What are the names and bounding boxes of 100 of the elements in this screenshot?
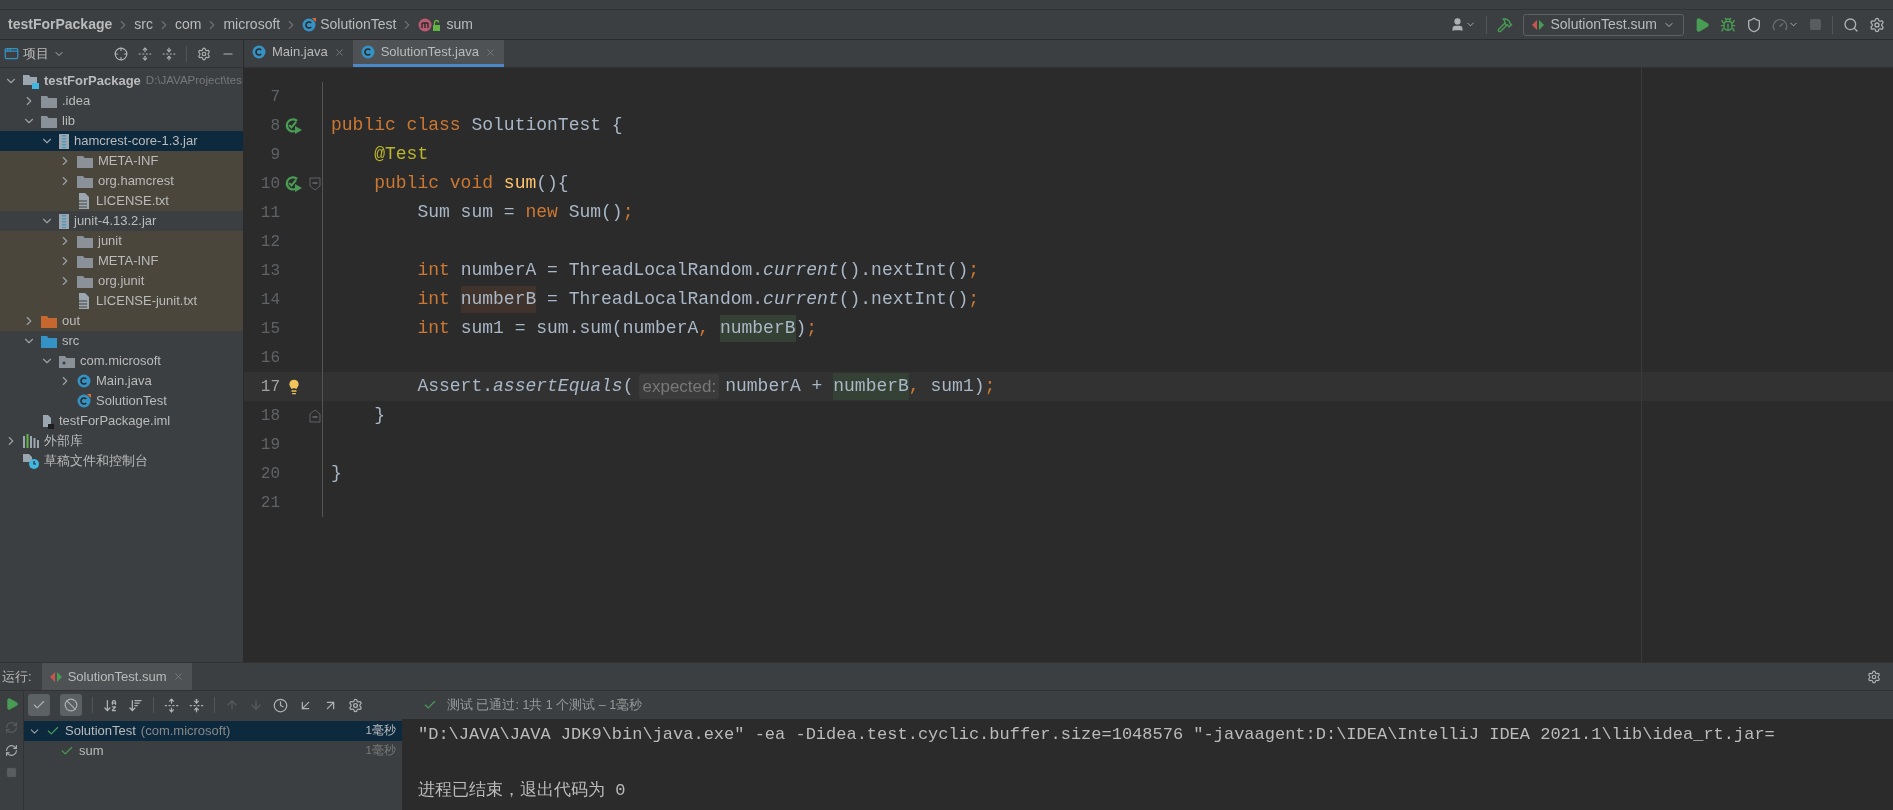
history-icon[interactable] — [273, 697, 288, 713]
tree-item[interactable]: org.junit — [0, 271, 243, 291]
tree-item[interactable]: testForPackage D:\JAVAProject\tes — [0, 71, 243, 91]
toggle-auto-test-icon[interactable] — [5, 744, 18, 757]
tree-label: LICENSE.txt — [96, 192, 169, 211]
code-token: } — [331, 462, 342, 485]
tree-label: junit-4.13.2.jar — [74, 212, 157, 231]
sort-icon[interactable] — [103, 697, 118, 713]
tree-item[interactable]: junit-4.13.2.jar — [0, 211, 243, 231]
breadcrumb-item[interactable]: microsoft — [223, 14, 281, 35]
coverage-icon[interactable] — [1746, 16, 1762, 33]
tree-item[interactable]: lib — [0, 111, 243, 131]
class-icon — [252, 45, 266, 59]
breadcrumb-item[interactable]: SolutionTest — [320, 14, 397, 35]
tree-label: testForPackage — [44, 72, 141, 91]
run-icon[interactable] — [1694, 16, 1710, 33]
settings-icon[interactable] — [1869, 16, 1885, 33]
search-icon[interactable] — [1843, 16, 1859, 33]
editor-tab[interactable]: SolutionTest.java — [352, 40, 504, 67]
fold-marker-icon[interactable] — [309, 408, 321, 423]
profile-icon[interactable] — [1772, 16, 1799, 33]
code-token: assertEquals — [493, 375, 623, 398]
project-view-dropdown[interactable]: 项目 — [23, 43, 65, 64]
code-token: = ThreadLocalRandom. — [546, 288, 764, 311]
libraries-icon — [23, 434, 39, 448]
code-token: @Test — [373, 143, 429, 166]
breadcrumb-item[interactable]: com — [174, 14, 202, 35]
folder-icon — [77, 274, 93, 288]
collapse-all-icon[interactable] — [162, 46, 176, 61]
tree-item[interactable]: META-INF — [0, 151, 243, 171]
locate-icon[interactable] — [114, 46, 128, 61]
folder-icon — [77, 234, 93, 248]
settings-icon[interactable] — [197, 46, 211, 61]
tree-item[interactable]: .idea — [0, 91, 243, 111]
filter-toggle[interactable] — [28, 694, 50, 716]
code-token: numberB — [833, 373, 909, 400]
code-token: sum — [503, 172, 537, 195]
method-icon — [418, 17, 443, 32]
tree-label: junit — [98, 232, 122, 251]
tree-item[interactable]: SolutionTest — [0, 391, 243, 411]
ban-icon — [64, 698, 78, 712]
tree-item[interactable]: Main.java — [0, 371, 243, 391]
tree-label: hamcrest-core-1.3.jar — [74, 132, 198, 151]
tree-item[interactable]: junit — [0, 231, 243, 251]
run-tab[interactable]: SolutionTest.sum — [41, 663, 192, 690]
text-file-icon — [77, 293, 91, 309]
lightbulb-icon[interactable] — [286, 378, 302, 395]
test-class-icon — [77, 394, 91, 408]
line-number: 21 — [259, 492, 280, 514]
tree-label: 草稿文件和控制台 — [44, 452, 148, 471]
expand-all-icon[interactable] — [164, 697, 179, 713]
breadcrumb-item[interactable]: src — [134, 14, 153, 35]
tree-item[interactable]: testForPackage.iml — [0, 411, 243, 431]
folder-icon — [77, 174, 93, 188]
code-token: sum1 = sum.sum(numberA — [459, 317, 699, 340]
fold-marker-icon[interactable] — [309, 176, 321, 191]
settings-icon[interactable] — [348, 697, 363, 713]
tree-item[interactable]: 外部库 — [0, 431, 243, 451]
tree-label: out — [62, 312, 81, 331]
sort-by-duration-icon[interactable] — [128, 697, 143, 713]
breadcrumb-item[interactable]: testForPackage — [8, 14, 113, 35]
editor-tab[interactable]: Main.java — [244, 40, 353, 67]
test-class-icon — [302, 17, 317, 32]
breadcrumb-item[interactable]: sum — [446, 14, 473, 35]
tree-item[interactable]: META-INF — [0, 251, 243, 271]
folder-icon — [77, 254, 93, 268]
close-icon[interactable] — [333, 46, 345, 58]
hammer-icon[interactable] — [1497, 16, 1514, 33]
code-token: , — [908, 375, 920, 398]
tree-item[interactable]: 草稿文件和控制台 — [0, 451, 243, 471]
tree-item[interactable]: LICENSE.txt — [0, 191, 243, 211]
rerun-icon[interactable] — [4, 697, 19, 711]
code-token: numberB — [719, 315, 796, 342]
folder-icon — [41, 314, 57, 328]
code-token: ) — [795, 317, 807, 340]
debug-icon[interactable] — [1720, 16, 1736, 33]
code-token: public class — [331, 114, 461, 137]
filter-toggle[interactable] — [60, 694, 82, 716]
tree-item[interactable]: com.microsoft — [0, 351, 243, 371]
panel-icon — [4, 46, 19, 61]
expand-all-icon[interactable] — [138, 46, 152, 61]
user-icon[interactable] — [1450, 17, 1477, 32]
code-token: ; — [968, 259, 980, 282]
panel-label: 运行: — [1, 667, 33, 686]
run-test-icon[interactable] — [285, 116, 303, 135]
collapse-all-icon[interactable] — [189, 697, 204, 713]
tree-item[interactable]: src — [0, 331, 243, 351]
tree-label: 外部库 — [44, 432, 83, 451]
tree-item[interactable]: org.hamcrest — [0, 171, 243, 191]
run-test-icon[interactable] — [285, 174, 303, 193]
tree-item[interactable]: hamcrest-core-1.3.jar — [0, 131, 243, 151]
test-tree-item[interactable]: SolutionTest (com.microsoft) 1毫秒 — [24, 721, 402, 741]
folder-icon — [41, 334, 57, 348]
run-config-dropdown[interactable]: SolutionTest.sum — [1523, 13, 1684, 36]
line-number: 10 — [259, 173, 280, 195]
tree-item[interactable]: LICENSE-junit.txt — [0, 291, 243, 311]
tree-label: lib — [62, 112, 75, 131]
settings-icon[interactable] — [1867, 669, 1881, 684]
line-number: 15 — [259, 318, 280, 340]
tree-item[interactable]: out — [0, 311, 243, 331]
